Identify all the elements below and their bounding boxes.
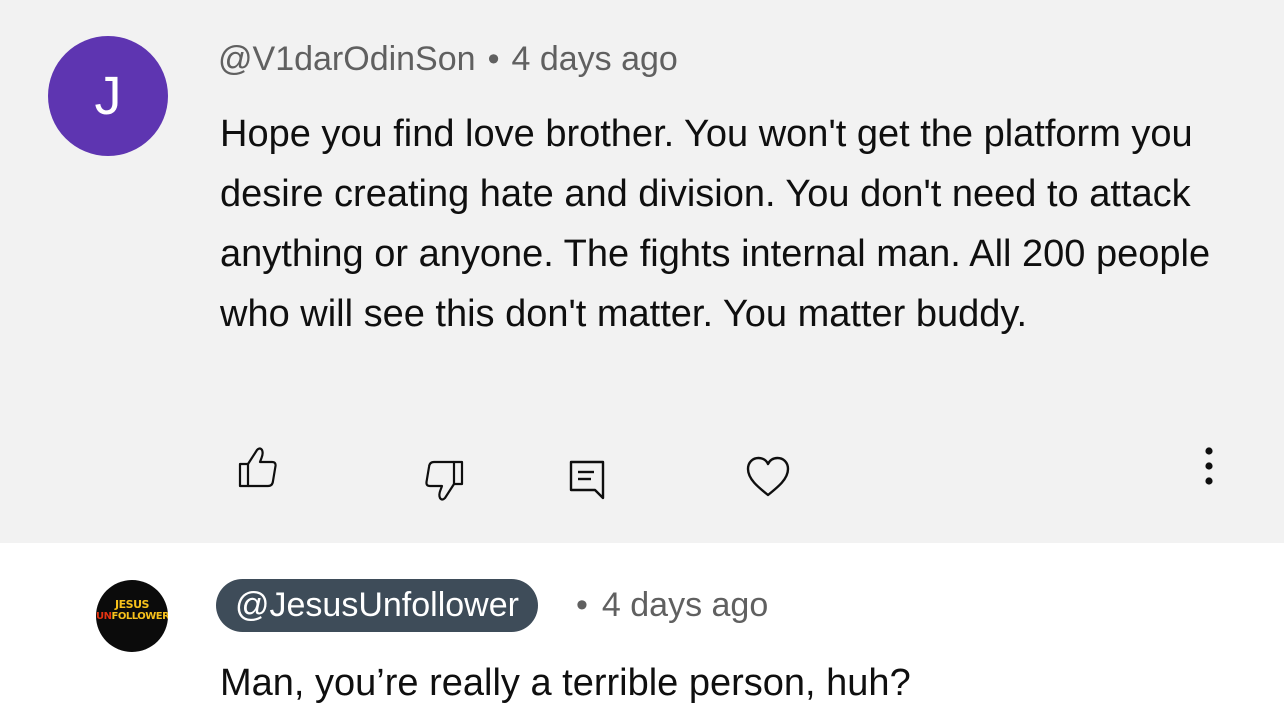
comment-text: Man, you’re really a terrible person, hu… bbox=[220, 662, 911, 704]
reply-icon[interactable] bbox=[569, 460, 605, 500]
heart-icon[interactable] bbox=[746, 456, 790, 498]
timestamp: 4 days ago bbox=[601, 586, 769, 624]
channel-avatar[interactable]: JESUS UNFOLLOWER bbox=[96, 580, 168, 652]
dislike-icon[interactable] bbox=[424, 460, 464, 502]
logo-text: JESUS bbox=[115, 598, 149, 611]
author-handle[interactable]: @V1darOdinSon bbox=[218, 40, 476, 78]
avatar[interactable]: J bbox=[48, 36, 168, 156]
logo-text: UNFOLLOWER bbox=[96, 611, 168, 622]
comment-meta: @V1darOdinSon • 4 days ago bbox=[218, 40, 678, 79]
author-handle-badge[interactable]: @JesusUnfollower bbox=[216, 579, 538, 632]
like-icon[interactable] bbox=[238, 446, 278, 488]
separator-dot: • bbox=[576, 586, 588, 624]
comment-text: Hope you find love brother. You won't ge… bbox=[220, 113, 1211, 335]
separator-dot: • bbox=[487, 40, 500, 78]
more-icon[interactable] bbox=[1196, 446, 1222, 486]
timestamp: 4 days ago bbox=[511, 40, 678, 78]
comment-meta: • 4 days ago bbox=[576, 586, 768, 625]
